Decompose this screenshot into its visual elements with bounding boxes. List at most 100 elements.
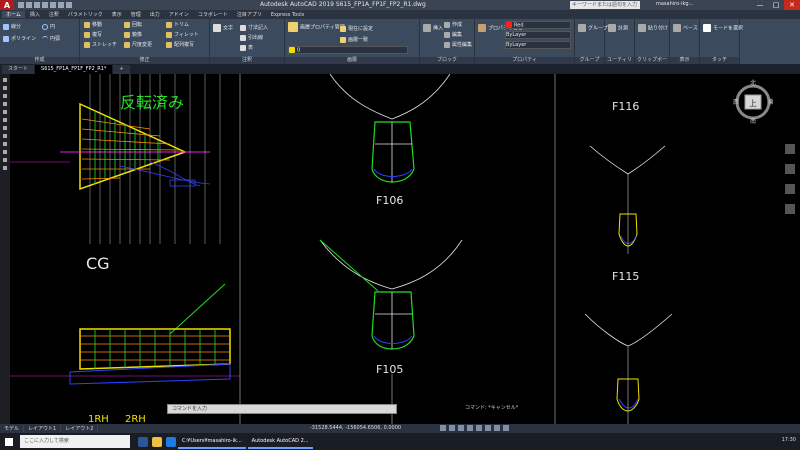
circle-button[interactable]: 円 <box>42 23 55 30</box>
tab-output[interactable]: 出力 <box>146 11 164 18</box>
plot-icon[interactable] <box>50 2 56 8</box>
taskbar-app-autocad[interactable]: Autodesk AutoCAD 2... <box>247 434 313 449</box>
taskbar-app-explorer[interactable]: C:¥Users¥masahiro-ik... <box>178 434 246 449</box>
maximize-button[interactable]: □ <box>768 0 784 10</box>
utilities-panel-title[interactable]: ユーティリティ <box>605 57 634 70</box>
drawing-canvas[interactable]: 反転済み CG 1RH 2RH F106 F105 F116 F115 <box>0 74 800 424</box>
user-name[interactable]: masahiro-ikg... <box>656 1 693 7</box>
scale-button[interactable]: 尺度変更 <box>124 41 152 48</box>
task-view-icon[interactable] <box>138 436 148 447</box>
viewcube-north-label[interactable]: 北 <box>750 79 756 87</box>
edge-icon[interactable] <box>166 436 176 447</box>
paste-button[interactable]: 貼り付け <box>638 24 668 32</box>
tab-view[interactable]: 表示 <box>108 11 126 18</box>
layer-dropdown[interactable]: 0 <box>288 46 408 54</box>
pan-icon[interactable] <box>785 164 795 174</box>
leader-button[interactable]: 引出線 <box>240 34 263 41</box>
system-clock[interactable]: 17:30 <box>782 437 796 443</box>
stretch-button[interactable]: ストレッチ <box>84 41 117 48</box>
tab-layout1[interactable]: レイアウト1 <box>24 425 62 432</box>
polar-icon[interactable] <box>476 425 482 431</box>
properties-panel-title[interactable]: プロパティ <box>475 57 574 64</box>
ortho-icon[interactable] <box>467 425 473 431</box>
redo-icon[interactable] <box>66 2 72 8</box>
groups-panel-title[interactable]: グループ <box>575 57 604 64</box>
start-button[interactable] <box>0 433 18 450</box>
viewcube[interactable]: 上 北 南 東 西 <box>733 78 774 125</box>
model-space-button[interactable] <box>440 425 446 431</box>
tab-parametric[interactable]: パラメトリック <box>64 11 107 18</box>
orbit-icon[interactable] <box>785 204 795 214</box>
osnap-icon[interactable] <box>485 425 491 431</box>
full-navigation-wheel-icon[interactable] <box>785 144 795 154</box>
group-button[interactable]: グループ <box>578 24 608 32</box>
text-button[interactable]: 文字 <box>213 24 233 32</box>
tab-current-drawing[interactable]: S615_FP1A_FP1F_FP2_R1* <box>35 65 113 74</box>
annotation-scale-icon[interactable] <box>503 425 509 431</box>
save-as-icon[interactable] <box>42 2 48 8</box>
lineweight-icon[interactable] <box>494 425 500 431</box>
snap-icon[interactable] <box>458 425 464 431</box>
command-input[interactable]: コマンドを入力 <box>167 404 397 414</box>
touch-panel-title[interactable]: タッチ <box>700 57 739 64</box>
tab-model[interactable]: モデル <box>0 425 25 432</box>
array-button[interactable]: 配列複写 <box>166 41 194 48</box>
tab-insert[interactable]: 挿入 <box>26 11 44 18</box>
new-tab-button[interactable]: + <box>113 65 130 74</box>
create-block-button[interactable]: 作成 <box>444 21 462 28</box>
copy-button[interactable]: 複写 <box>84 31 102 38</box>
table-button[interactable]: 表 <box>240 44 253 51</box>
mirror-button[interactable]: 鏡像 <box>124 31 142 38</box>
tab-annotate[interactable]: 注釈 <box>45 11 63 18</box>
toolbar-grip-icon[interactable] <box>3 78 7 82</box>
line-button[interactable]: 線分 <box>3 23 21 30</box>
tab-layout2[interactable]: レイアウト2 <box>61 425 99 432</box>
viewcube-west-label[interactable]: 西 <box>733 99 739 106</box>
close-button[interactable]: ✕ <box>784 0 800 10</box>
file-explorer-icon[interactable] <box>152 436 162 447</box>
save-icon[interactable] <box>34 2 40 8</box>
lineweight-dropdown[interactable]: ByLayer <box>505 41 571 49</box>
select-mode-button[interactable]: モードを選択 <box>703 24 743 32</box>
tab-addins[interactable]: アドイン <box>165 11 193 18</box>
viewcube-east-label[interactable]: 東 <box>768 98 774 106</box>
toolbar-tool-1-icon[interactable] <box>3 86 7 90</box>
layers-panel-title[interactable]: 画層 <box>285 57 419 64</box>
layer-properties-button[interactable]: 画層プロパティ管理 <box>288 22 345 32</box>
toolbar-tool-9-icon[interactable] <box>3 150 7 154</box>
tab-start[interactable]: スタート <box>2 65 35 74</box>
grid-icon[interactable] <box>449 425 455 431</box>
viewcube-south-label[interactable]: 南 <box>750 117 756 125</box>
fillet-button[interactable]: フィレット <box>166 31 199 38</box>
toolbar-tool-3-icon[interactable] <box>3 102 7 106</box>
tab-manage[interactable]: 管理 <box>127 11 145 18</box>
undo-icon[interactable] <box>58 2 64 8</box>
taskbar-search[interactable]: ここに入力して検索 <box>20 435 130 448</box>
measure-button[interactable]: 計測 <box>608 24 628 32</box>
toolbar-tool-5-icon[interactable] <box>3 118 7 122</box>
block-panel-title[interactable]: ブロック <box>420 57 474 64</box>
new-icon[interactable] <box>18 2 24 8</box>
linetype-dropdown[interactable]: ByLayer <box>505 31 571 39</box>
dimension-button[interactable]: 寸法記入 <box>240 24 268 31</box>
tab-featured-apps[interactable]: 注目アプリ <box>233 11 266 18</box>
polyline-button[interactable]: ポリライン <box>3 35 36 42</box>
open-icon[interactable] <box>26 2 32 8</box>
trim-button[interactable]: トリム <box>166 21 189 28</box>
tab-home[interactable]: ホーム <box>2 11 25 18</box>
draw-panel-title[interactable]: 作成 <box>0 57 79 64</box>
toolbar-tool-6-icon[interactable] <box>3 126 7 130</box>
toolbar-tool-10-icon[interactable] <box>3 158 7 162</box>
arc-button[interactable]: 円弧 <box>42 35 60 42</box>
move-button[interactable]: 移動 <box>84 21 102 28</box>
edit-block-button[interactable]: 編集 <box>444 31 462 38</box>
modify-panel-title[interactable]: 修正 <box>80 57 209 64</box>
view-panel-title[interactable]: 表示 <box>670 57 699 64</box>
toolbar-tool-8-icon[interactable] <box>3 142 7 146</box>
toolbar-tool-7-icon[interactable] <box>3 134 7 138</box>
toolbar-tool-2-icon[interactable] <box>3 94 7 98</box>
tab-collaborate[interactable]: コラボレート <box>194 11 232 18</box>
annotation-panel-title[interactable]: 注釈 <box>210 57 284 64</box>
autocad-logo-icon[interactable]: A <box>0 0 14 10</box>
toolbar-tool-4-icon[interactable] <box>3 110 7 114</box>
